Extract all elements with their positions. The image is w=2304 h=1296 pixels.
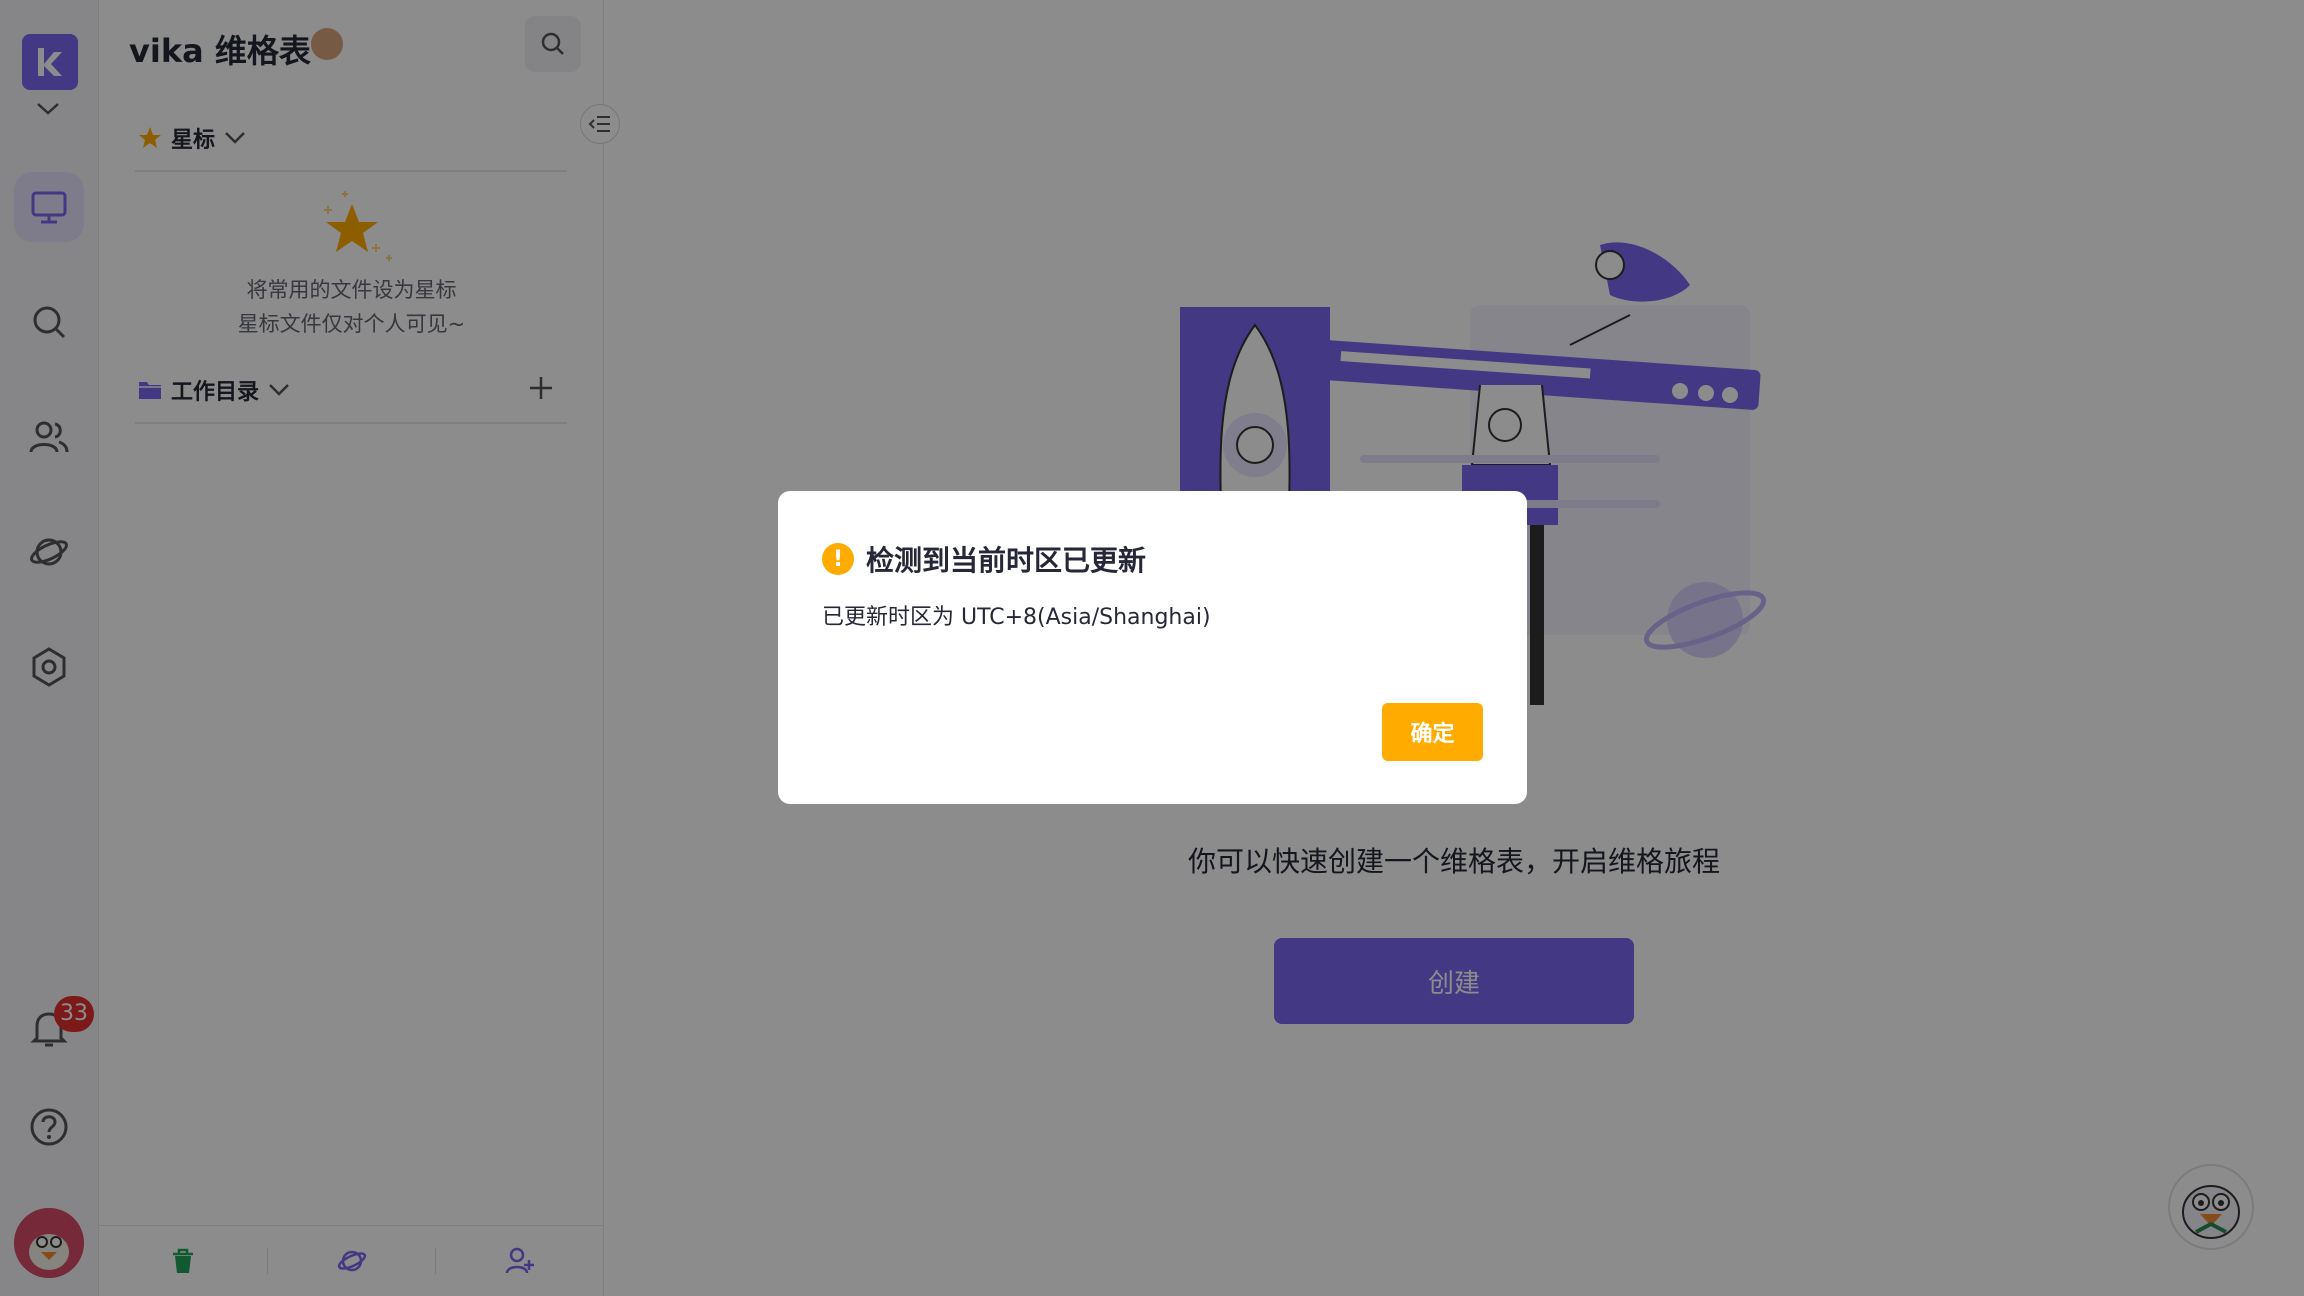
dialog-message: 已更新时区为 UTC+8(Asia/Shanghai) <box>822 605 1211 630</box>
confirm-button[interactable]: 确定 <box>1382 703 1483 761</box>
dialog-title-row: ! 检测到当前时区已更新 <box>822 539 1146 579</box>
timezone-updated-dialog: ! 检测到当前时区已更新 已更新时区为 UTC+8(Asia/Shanghai)… <box>778 491 1527 804</box>
warning-icon: ! <box>822 543 854 575</box>
dialog-title: 检测到当前时区已更新 <box>866 544 1147 577</box>
